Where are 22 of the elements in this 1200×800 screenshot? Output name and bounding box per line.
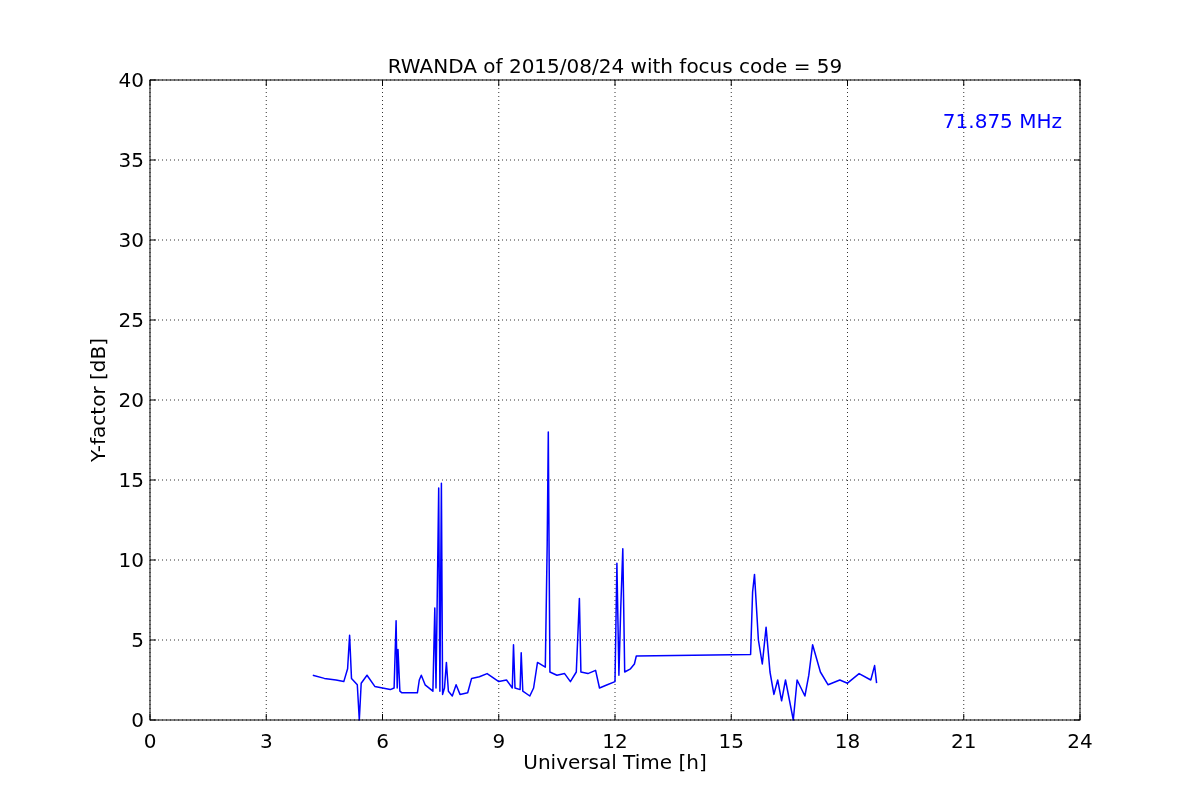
x-tick-label: 6 bbox=[376, 729, 389, 753]
y-tick-label: 30 bbox=[118, 228, 144, 252]
chart-title: RWANDA of 2015/08/24 with focus code = 59 bbox=[387, 54, 843, 78]
x-tick-label: 9 bbox=[492, 729, 506, 753]
x-tick-label: 12 bbox=[602, 729, 628, 753]
y-axis-label: Y-factor [dB] bbox=[86, 338, 110, 462]
y-tick-label: 40 bbox=[118, 68, 144, 92]
frequency-annotation: 71.875 MHz bbox=[942, 109, 1062, 133]
y-tick-label: 10 bbox=[118, 548, 144, 572]
y-tick-label: 0 bbox=[131, 708, 144, 732]
x-tick-label: 3 bbox=[259, 729, 273, 753]
x-tick-label: 24 bbox=[1067, 729, 1093, 753]
y-tick-label: 20 bbox=[118, 388, 144, 412]
y-tick-label: 35 bbox=[118, 148, 144, 172]
x-tick-label: 0 bbox=[143, 729, 157, 753]
x-tick-label: 15 bbox=[718, 729, 744, 753]
x-tick-label: 18 bbox=[834, 729, 861, 753]
x-axis-label: Universal Time [h] bbox=[523, 750, 707, 774]
y-tick-label: 25 bbox=[118, 308, 144, 332]
x-tick-label: 21 bbox=[951, 729, 977, 753]
y-tick-label: 15 bbox=[118, 468, 144, 492]
y-tick-label: 5 bbox=[131, 628, 144, 652]
